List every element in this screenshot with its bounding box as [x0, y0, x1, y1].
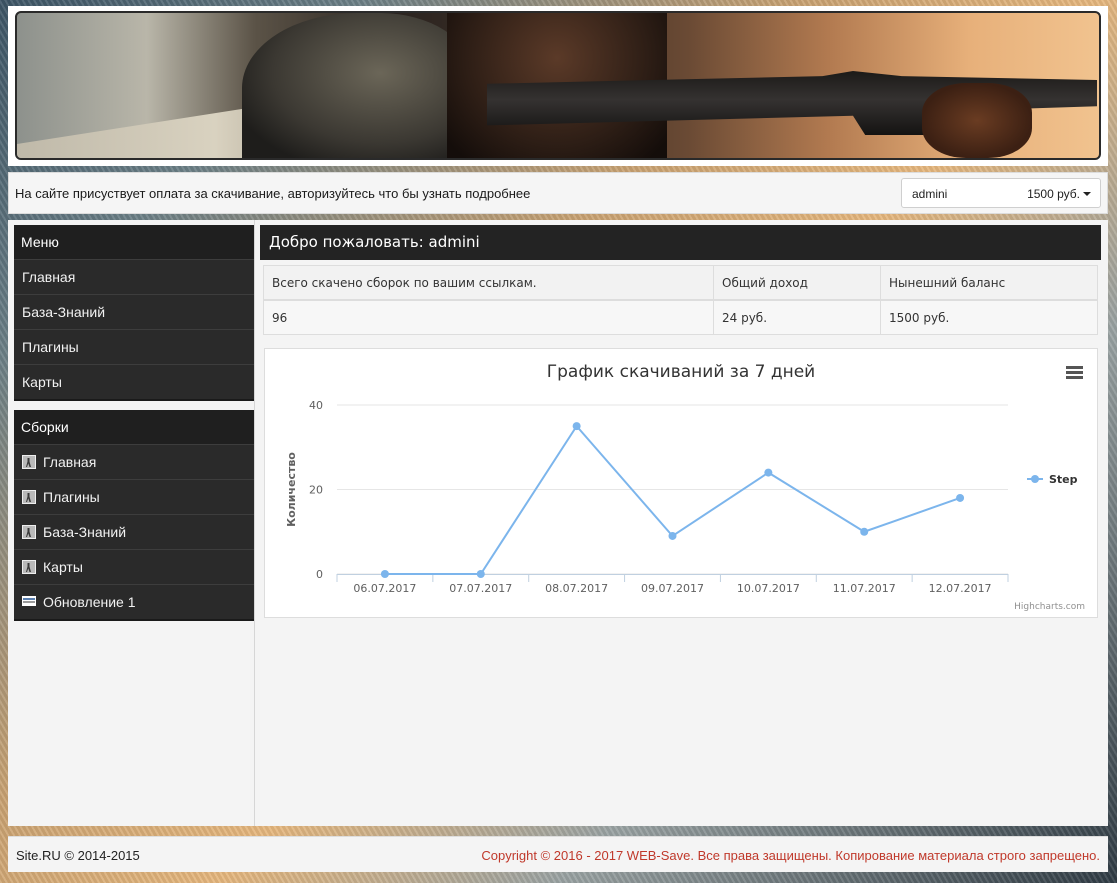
chart-svg: График скачиваний за 7 дней 0 20 40 06.07.20… [285, 362, 1078, 595]
menu-title: Меню [14, 225, 254, 259]
chart-title: График скачиваний за 7 дней [547, 362, 815, 382]
y-tick-label: 0 [316, 568, 323, 581]
total-downloads-value: 96 [263, 299, 714, 335]
chart-credits[interactable]: Highcharts.com [1014, 602, 1085, 612]
y-tick-label: 20 [309, 484, 323, 497]
footer-site: Site.RU © 2014-2015 [16, 848, 140, 863]
y-tick-label: 40 [309, 399, 323, 412]
welcome-heading: Добро пожаловать: admini [260, 225, 1101, 260]
builds-item-update-1[interactable]: Обновление 1 [14, 584, 254, 619]
builds-item-plugins[interactable]: Плагины [14, 479, 254, 514]
y-axis-label: Количество [285, 452, 298, 527]
cs-icon [22, 560, 36, 574]
footer: Site.RU © 2014-2015 Copyright © 2016 - 2… [8, 836, 1108, 872]
main-menu: Меню Главная База-Знаний Плагины Карты [14, 225, 254, 401]
builds-item-knowledge-base[interactable]: База-Знаний [14, 514, 254, 549]
series-line [384, 424, 961, 575]
news-icon [22, 595, 36, 606]
downloads-chart: График скачиваний за 7 дней 0 20 40 06.07.20… [264, 348, 1098, 618]
account-username: admini [912, 187, 948, 201]
payment-notice: На сайте присуствует оплата за скачивани… [15, 186, 531, 201]
total-income-value: 24 руб. [713, 299, 881, 335]
builds-item-maps[interactable]: Карты [14, 549, 254, 584]
data-point [668, 531, 677, 540]
banner-image [15, 11, 1101, 160]
menu-item-plugins[interactable]: Плагины [14, 329, 254, 364]
data-point [380, 570, 389, 578]
x-tick-label: 10.07.2017 [737, 582, 800, 595]
x-tick-label: 07.07.2017 [449, 582, 512, 595]
header-banner [8, 6, 1108, 166]
footer-copyright: Copyright © 2016 - 2017 WEB-Save. Все пр… [481, 848, 1100, 863]
cs-icon [22, 490, 36, 504]
cs-icon [22, 525, 36, 539]
account-balance: 1500 руб. [1027, 187, 1080, 201]
x-tick-label: 06.07.2017 [353, 582, 416, 595]
content-area: Меню Главная База-Знаний Плагины Карты С… [8, 220, 1108, 826]
col-total-downloads: Всего скачено сборок по вашим ссылкам. [263, 265, 714, 301]
x-tick-label: 12.07.2017 [929, 582, 992, 595]
data-point [764, 468, 773, 477]
stats-table: Всего скачено сборок по вашим ссылкам. О… [263, 265, 1098, 335]
menu-item-knowledge-base[interactable]: База-Знаний [14, 294, 254, 329]
x-tick-label: 08.07.2017 [545, 582, 608, 595]
legend-item-step: Step [1049, 473, 1078, 486]
table-row: 96 24 руб. 1500 руб. [263, 299, 1098, 335]
data-point [860, 527, 869, 536]
table-header-row: Всего скачено сборок по вашим ссылкам. О… [263, 265, 1098, 301]
data-point [572, 422, 581, 431]
x-tick-label: 09.07.2017 [641, 582, 704, 595]
notice-bar: На сайте присуствует оплата за скачивани… [8, 172, 1108, 214]
menu-item-maps[interactable]: Карты [14, 364, 254, 399]
data-point [476, 570, 485, 578]
x-tick-label: 11.07.2017 [833, 582, 896, 595]
builds-item-home[interactable]: Главная [14, 444, 254, 479]
col-current-balance: Нынешний баланс [880, 265, 1098, 301]
chart-menu-icon[interactable] [1066, 366, 1083, 380]
data-point [956, 493, 965, 502]
builds-title: Сборки [14, 410, 254, 444]
sidebar: Меню Главная База-Знаний Плагины Карты С… [8, 220, 255, 826]
menu-item-home[interactable]: Главная [14, 259, 254, 294]
col-total-income: Общий доход [713, 265, 881, 301]
cs-icon [22, 455, 36, 469]
caret-down-icon [1083, 192, 1091, 196]
legend-marker [1031, 475, 1039, 483]
account-dropdown[interactable]: admini 1500 руб. [901, 178, 1101, 208]
current-balance-value: 1500 руб. [880, 299, 1098, 335]
builds-menu: Сборки Главная Плагины База-Знаний Карты… [14, 410, 254, 621]
